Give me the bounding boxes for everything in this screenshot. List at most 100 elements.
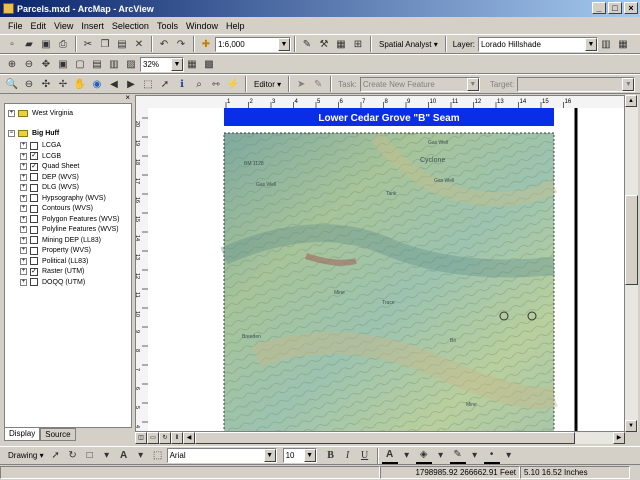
task-combo[interactable]: Create New Feature ▼ (359, 76, 480, 92)
collapse-icon[interactable]: − (8, 130, 15, 137)
fixed-zoom-in-icon[interactable]: ▤ (89, 56, 105, 72)
scroll-up-icon[interactable]: ▲ (625, 95, 637, 107)
copy-icon[interactable]: ❐ (97, 36, 113, 52)
editor-toolbar-icon[interactable]: ✎ (299, 36, 315, 52)
toc-layer-item[interactable]: + ✓ Quad Sheet (20, 161, 79, 172)
open-icon[interactable]: ▰ (21, 36, 37, 52)
bold-button[interactable]: B (323, 448, 339, 464)
font-size-combo[interactable]: 10 ▼ (282, 448, 317, 463)
expand-icon[interactable]: + (20, 194, 27, 202)
menu-file[interactable]: File (4, 21, 27, 31)
font-color-icon[interactable]: A (381, 448, 398, 464)
toc-layer-item[interactable]: + DLG (WVS) (20, 182, 79, 193)
toc-layer-item[interactable]: + Contours (WVS) (20, 203, 93, 214)
italic-button[interactable]: I (340, 448, 356, 464)
layer-visibility-checkbox[interactable] (30, 183, 38, 192)
menu-insert[interactable]: Insert (77, 21, 108, 31)
vertical-scrollbar[interactable]: ▲ ▼ (625, 95, 638, 432)
marker-color-icon[interactable]: • (483, 448, 500, 464)
expand-icon[interactable]: + (20, 173, 27, 181)
toc-layer-item[interactable]: + Property (WVS) (20, 245, 91, 256)
back-icon[interactable]: ◀ (106, 76, 122, 92)
expand-icon[interactable]: + (20, 257, 27, 265)
expand-icon[interactable]: + (20, 247, 27, 254)
scroll-down-icon[interactable]: ▼ (625, 420, 637, 432)
zoom-out-icon[interactable]: ⊖ (21, 76, 37, 92)
layer-combo[interactable]: Lorado Hillshade ▼ (477, 36, 598, 52)
identify-icon[interactable]: ℹ (174, 76, 190, 92)
forward-icon[interactable]: ▶ (123, 76, 139, 92)
chevron-down-icon[interactable]: ▾ (133, 448, 149, 464)
minimize-button[interactable]: _ (592, 2, 606, 14)
sketch-tool-icon[interactable]: ✎ (310, 76, 326, 92)
chevron-down-icon[interactable]: ▾ (99, 448, 115, 464)
layer-visibility-checkbox[interactable] (30, 194, 38, 202)
refresh-icon[interactable]: ↻ (159, 432, 171, 444)
layer-visibility-checkbox[interactable] (30, 236, 38, 244)
save-icon[interactable]: ▣ (38, 36, 54, 52)
spatial-analyst-menu[interactable]: Spatial Analyst ▾ (375, 40, 442, 49)
pause-icon[interactable]: Ⅱ (171, 432, 183, 444)
measure-icon[interactable]: ⇿ (208, 76, 224, 92)
zoom-whole-page-icon[interactable]: ▣ (55, 56, 71, 72)
expand-icon[interactable]: + (20, 142, 27, 149)
editor-menu[interactable]: Editor ▾ (250, 80, 285, 89)
expand-icon[interactable]: + (8, 110, 15, 117)
layer-visibility-checkbox[interactable] (30, 173, 38, 181)
expand-icon[interactable]: + (20, 163, 27, 170)
fill-color-icon[interactable]: ◈ (415, 448, 432, 464)
undo-icon[interactable]: ↶ (156, 36, 172, 52)
arctoolbox-icon[interactable]: ⚒ (316, 36, 332, 52)
zoom-100-icon[interactable]: ▢ (72, 56, 88, 72)
scale-combo[interactable]: 1:6,000 ▼ (215, 36, 291, 52)
scroll-right-icon[interactable]: ▶ (613, 432, 625, 444)
find-icon[interactable]: ⌕ (191, 76, 207, 92)
menu-view[interactable]: View (50, 21, 77, 31)
expand-icon[interactable]: + (20, 268, 27, 275)
plus-icon[interactable]: ⊞ (350, 36, 366, 52)
toc-group-west-virginia[interactable]: + West Virginia (8, 108, 73, 119)
close-icon[interactable]: × (125, 93, 130, 102)
line-color-icon[interactable]: ✎ (449, 448, 466, 464)
layer-visibility-checkbox[interactable] (30, 225, 38, 234)
chevron-down-icon[interactable]: ▾ (399, 448, 415, 464)
select-features-icon[interactable]: ⬚ (140, 76, 156, 92)
focus-frame-icon[interactable]: ▩ (201, 56, 217, 72)
hyperlink-icon[interactable]: ⚡ (225, 76, 241, 92)
scroll-left-icon[interactable]: ◀ (183, 432, 195, 444)
raster-calc-icon[interactable]: ▦ (615, 36, 631, 52)
tab-source[interactable]: Source (40, 428, 76, 441)
menu-help[interactable]: Help (222, 21, 249, 31)
chevron-down-icon[interactable]: ▼ (303, 449, 316, 462)
toc-layer-item[interactable]: + Mining DEP (LL83) (20, 235, 101, 246)
zoom-in-icon[interactable]: 🔍 (4, 76, 20, 92)
menu-edit[interactable]: Edit (27, 21, 51, 31)
expand-icon[interactable]: + (20, 278, 27, 286)
layout-zoom-out-icon[interactable]: ⊖ (21, 56, 37, 72)
fixed-zoom-out-icon[interactable]: ▥ (106, 56, 122, 72)
command-line-icon[interactable]: ▦ (333, 36, 349, 52)
toc-layer-item[interactable]: + ✓ LCGB (20, 151, 61, 162)
zoom-percent-combo[interactable]: 32% ▼ (140, 56, 184, 72)
print-icon[interactable]: ⎙ (55, 36, 71, 52)
toc-layer-item[interactable]: + Polygon Features (WVS) (20, 214, 119, 225)
vertical-scroll-thumb[interactable] (625, 195, 638, 285)
tab-display[interactable]: Display (4, 428, 41, 441)
layer-visibility-checkbox[interactable] (30, 141, 38, 150)
chevron-down-icon[interactable]: ▼ (263, 449, 276, 462)
chevron-down-icon[interactable]: ▼ (622, 77, 635, 91)
horizontal-scrollbar[interactable]: ◫ ▭ ↻ Ⅱ ◀ ▶ (135, 432, 625, 444)
toc-layer-item[interactable]: + DOQQ (UTM) (20, 277, 85, 288)
layer-visibility-checkbox[interactable] (30, 278, 38, 286)
chevron-down-icon[interactable]: ▼ (466, 77, 479, 91)
toc-layer-item[interactable]: + ✓ Raster (UTM) (20, 266, 84, 277)
menu-window[interactable]: Window (182, 21, 222, 31)
layout-pan-icon[interactable]: ✥ (38, 56, 54, 72)
menu-tools[interactable]: Tools (153, 21, 182, 31)
layout-zoom-in-icon[interactable]: ⊕ (4, 56, 20, 72)
toggle-draft-icon[interactable]: ▦ (184, 56, 200, 72)
toc-group-big-huff[interactable]: − Big Huff (8, 128, 59, 139)
histogram-icon[interactable]: ▥ (598, 36, 614, 52)
expand-icon[interactable]: + (20, 215, 27, 223)
new-icon[interactable]: ▫ (4, 36, 20, 52)
